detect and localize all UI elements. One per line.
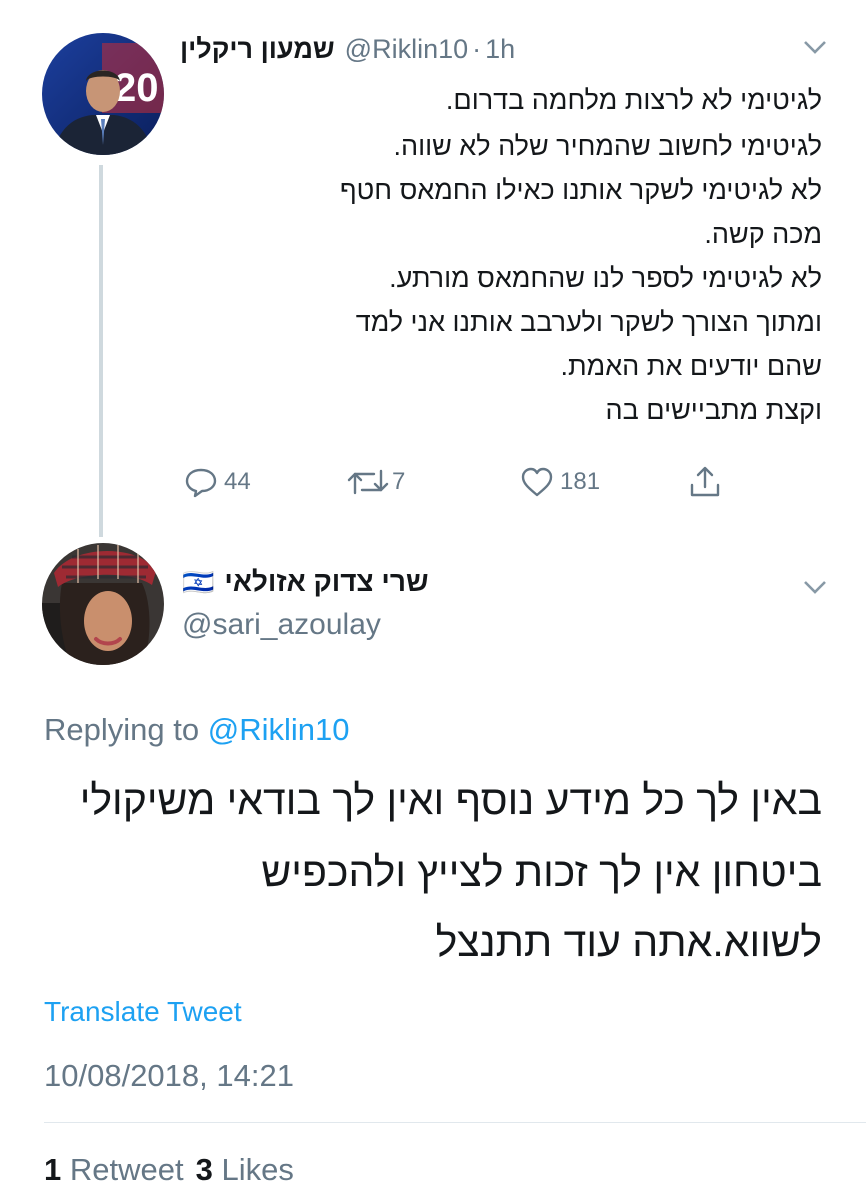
parent-author-avatar[interactable]: 20 <box>42 33 164 155</box>
likes-stat[interactable]: 3 Likes <box>196 1150 294 1190</box>
reply-author-handle[interactable]: @sari_azoulay <box>182 606 381 644</box>
reply-author-avatar[interactable] <box>42 543 164 665</box>
parent-author-name[interactable]: שמעון ריקלין <box>180 34 335 65</box>
tweet-text-line: שהם יודעים את האמת. <box>560 351 822 381</box>
retweets-label: Retweet <box>69 1152 184 1187</box>
reply-text-line: לשווא.אתה עוד תתנצל <box>435 919 822 965</box>
replying-to-line: Replying to @Riklin10 <box>44 710 349 750</box>
retweets-stat[interactable]: 1 Retweet <box>44 1150 184 1190</box>
heart-icon <box>521 467 553 497</box>
tweet-text-line: לא לגיטימי לשקר אותנו כאילו החמאס חטף <box>339 175 822 205</box>
retweet-action[interactable]: 7 <box>346 462 405 502</box>
thread-connector-line <box>99 165 103 537</box>
tweet-text-line: מכה קשה. <box>704 219 822 249</box>
reply-text-line: ביטחון אין לך זכות לצייץ ולהכפיש <box>261 849 822 895</box>
tweet-text-line: ומתוך הצורך לשקר ולערבב אותנו אני למד <box>355 307 822 337</box>
parent-time-ago[interactable]: 1h <box>485 34 515 65</box>
replying-to-label: Replying to <box>44 712 200 747</box>
reply-count: 44 <box>224 468 251 495</box>
share-icon <box>690 466 720 497</box>
translate-tweet-link[interactable]: Translate Tweet <box>44 994 242 1030</box>
reply-tweet-header: 🇮🇱 שרי צדוק אזולאי <box>182 562 429 602</box>
avatar-photo <box>42 543 164 665</box>
reply-action[interactable]: 44 <box>184 462 251 502</box>
tweet-text-line: לגיטימי לחשוב שהמחיר שלה לא שווה. <box>393 131 822 161</box>
likes-label: Likes <box>221 1152 294 1187</box>
reply-text-line: באין לך כל מידע נוסף ואין לך בודאי משיקו… <box>79 777 822 823</box>
tweet-timestamp: 10/08/2018, 14:21 <box>44 1058 294 1093</box>
likes-count: 3 <box>195 1152 213 1187</box>
avatar-photo: 20 <box>42 33 164 155</box>
israel-flag-icon: 🇮🇱 <box>182 566 215 597</box>
tweet-stats: 1 Retweet 3 Likes <box>44 1150 294 1190</box>
avatar-badge-text: 20 <box>114 66 159 110</box>
tweet-text-line: לגיטימי לא לרצות מלחמה בדרום. <box>445 85 822 115</box>
parent-tweet-header: שמעון ריקלין @Riklin10 · 1h <box>180 30 515 68</box>
share-action[interactable] <box>688 462 722 502</box>
tweet-text-line: לא לגיטימי לספר לנו שהחמאס מורתע. <box>389 263 822 293</box>
retweets-count: 1 <box>44 1152 62 1187</box>
parent-author-handle[interactable]: @Riklin10 <box>345 34 468 65</box>
retweet-count: 7 <box>392 468 406 495</box>
like-action[interactable]: 181 <box>520 462 600 502</box>
like-count: 181 <box>560 468 601 495</box>
reply-icon <box>185 468 217 498</box>
chevron-down-icon[interactable] <box>802 578 828 601</box>
stats-divider <box>44 1122 866 1123</box>
reply-author-name[interactable]: שרי צדוק אזולאי <box>224 566 428 598</box>
replying-to-handle-link[interactable]: @Riklin10 <box>208 712 350 747</box>
tweet-text-line: וקצת מתביישים בה <box>605 395 822 425</box>
chevron-down-icon[interactable] <box>802 38 828 61</box>
separator-dot: · <box>472 33 482 64</box>
retweet-icon <box>347 469 389 495</box>
